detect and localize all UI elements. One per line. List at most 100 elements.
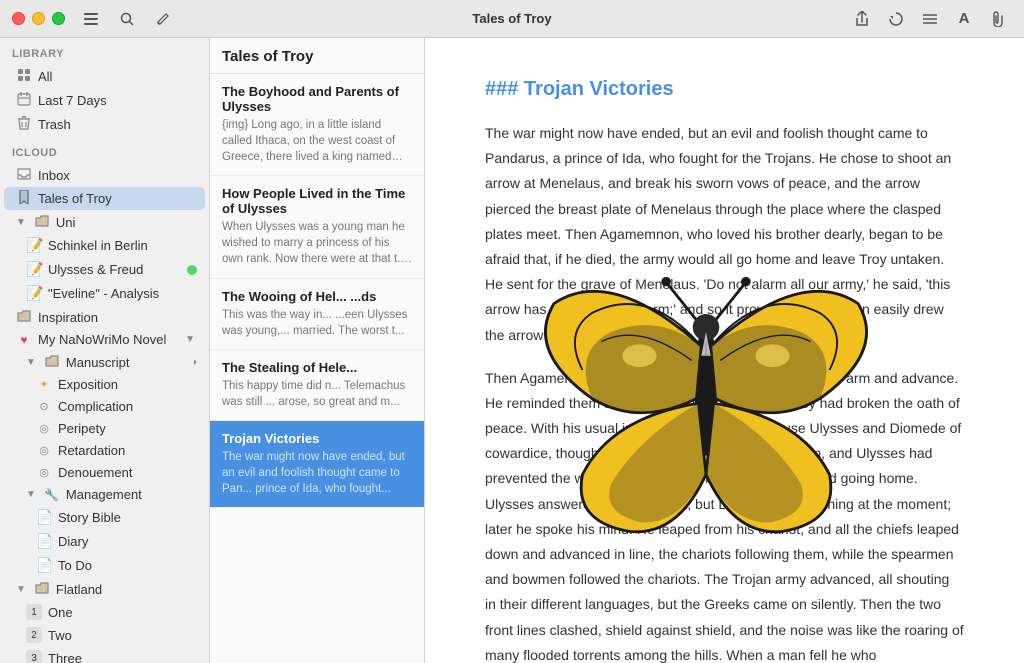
close-button[interactable] <box>12 12 25 25</box>
note-item-wooing[interactable]: The Wooing of Hel... ...ds This was the … <box>210 279 424 350</box>
sidebar-item-nanowrimo[interactable]: ♥ My NaNoWriMo Novel ▼ <box>4 329 205 350</box>
trash-icon <box>16 116 32 133</box>
sidebar-item-exposition[interactable]: ✦ Exposition <box>4 374 205 395</box>
last7-label: Last 7 Days <box>38 93 197 108</box>
one-label: One <box>48 605 197 620</box>
note-title-wooing: The Wooing of Hel... ...ds <box>222 289 412 304</box>
maximize-button[interactable] <box>52 12 65 25</box>
sidebar-item-diary[interactable]: 📄 Diary <box>4 530 205 553</box>
sidebar-item-todo[interactable]: 📄 To Do <box>4 554 205 577</box>
sidebar-item-denouement[interactable]: ◎ Denouement <box>4 462 205 483</box>
minimize-button[interactable] <box>32 12 45 25</box>
ulysses-badge <box>187 265 197 275</box>
note-item-stealing[interactable]: The Stealing of Hele... This happy time … <box>210 350 424 421</box>
sidebar-item-uni[interactable]: ▼ Uni <box>4 211 205 233</box>
ulysses-icon: 📝 <box>26 261 42 278</box>
uni-icon <box>34 214 50 230</box>
note-preview-boyhood: {img} Long ago, in a little island calle… <box>222 117 412 165</box>
sync-button[interactable] <box>882 8 910 30</box>
complication-label: Complication <box>58 399 197 414</box>
denouement-icon: ◎ <box>36 466 52 479</box>
main-content[interactable]: ### Trojan Victories The war might now h… <box>425 38 1024 663</box>
sidebar-item-one[interactable]: 1 One <box>4 601 205 623</box>
inbox-icon <box>16 167 32 183</box>
flatland-disclosure: ▼ <box>16 584 26 595</box>
font-button[interactable]: A <box>950 8 978 30</box>
sidebar-item-eveline[interactable]: 📝 "Eveline" - Analysis <box>4 282 205 305</box>
menu-button[interactable] <box>916 8 944 30</box>
two-label: Two <box>48 628 197 643</box>
content-body: The war might now have ended, but an evi… <box>485 121 964 663</box>
storybible-icon: 📄 <box>36 509 52 526</box>
note-title-lived: How People Lived in the Time of Ulysses <box>222 186 412 216</box>
all-label: All <box>38 69 197 84</box>
note-item-boyhood[interactable]: The Boyhood and Parents of Ulysses {img}… <box>210 74 424 176</box>
note-item-lived[interactable]: How People Lived in the Time of Ulysses … <box>210 176 424 278</box>
nanowrimo-label: My NaNoWriMo Novel <box>38 332 179 347</box>
manuscript-label: Manuscript <box>66 355 185 370</box>
sidebar-item-inbox[interactable]: Inbox <box>4 164 205 186</box>
sidebar: Library All Last 7 Days Trash iCloud Inb <box>0 38 210 663</box>
three-icon: 3 <box>26 650 42 663</box>
tales-icon <box>16 190 32 207</box>
todo-icon: 📄 <box>36 557 52 574</box>
manuscript-spinner: ◑ <box>191 357 197 368</box>
titlebar-right-icons: A <box>848 8 1012 30</box>
note-preview-lived: When Ulysses was a young man he wished t… <box>222 219 412 267</box>
compose-button[interactable] <box>149 8 177 30</box>
uni-label: Uni <box>56 215 197 230</box>
attach-button[interactable] <box>984 8 1012 30</box>
sidebar-item-retardation[interactable]: ◎ Retardation <box>4 440 205 461</box>
tales-label: Tales of Troy <box>38 191 197 206</box>
eveline-icon: 📝 <box>26 285 42 302</box>
two-icon: 2 <box>26 627 42 643</box>
peripety-label: Peripety <box>58 421 197 436</box>
note-preview-stealing: This happy time did n... Telemachus was … <box>222 378 412 410</box>
content-paragraph-1: The war might now have ended, but an evi… <box>485 121 964 348</box>
content-paragraph-2: Then Agamemnon went up and down, bidding… <box>485 366 964 663</box>
retardation-icon: ◎ <box>36 444 52 457</box>
sidebar-item-complication[interactable]: ⊙ Complication <box>4 396 205 417</box>
sidebar-item-flatland[interactable]: ▼ Flatland <box>4 578 205 600</box>
sidebar-item-all[interactable]: All <box>4 65 205 88</box>
note-preview-wooing: This was the way in... ...een Ulysses wa… <box>222 307 412 339</box>
sidebar-item-three[interactable]: 3 Three <box>4 647 205 663</box>
schinkel-icon: 📝 <box>26 237 42 254</box>
note-list-header: Tales of Troy <box>210 38 424 74</box>
manuscript-icon <box>44 354 60 370</box>
sidebar-item-inspiration[interactable]: Inspiration <box>4 306 205 328</box>
sidebar-item-peripety[interactable]: ◎ Peripety <box>4 418 205 439</box>
todo-label: To Do <box>58 558 197 573</box>
storybible-label: Story Bible <box>58 510 197 525</box>
sidebar-item-storybible[interactable]: 📄 Story Bible <box>4 506 205 529</box>
schinkel-label: Schinkel in Berlin <box>48 238 197 253</box>
sidebar-item-trash[interactable]: Trash <box>4 113 205 136</box>
trash-label: Trash <box>38 117 197 132</box>
inspiration-label: Inspiration <box>38 310 197 325</box>
sidebar-toggle-button[interactable] <box>77 8 105 30</box>
sidebar-item-two[interactable]: 2 Two <box>4 624 205 646</box>
search-button[interactable] <box>113 8 141 30</box>
eveline-label: "Eveline" - Analysis <box>48 286 197 301</box>
complication-icon: ⊙ <box>36 400 52 413</box>
note-item-trojan[interactable]: Trojan Victories The war might now have … <box>210 421 424 508</box>
app-body: Library All Last 7 Days Trash iCloud Inb <box>0 38 1024 663</box>
icloud-section-label: iCloud <box>0 137 209 163</box>
flatland-label: Flatland <box>56 582 197 597</box>
sidebar-item-tales[interactable]: Tales of Troy <box>4 187 205 210</box>
sidebar-item-schinkel[interactable]: 📝 Schinkel in Berlin <box>4 234 205 257</box>
titlebar: Tales of Troy A <box>0 0 1024 38</box>
management-disclosure: ▼ <box>26 489 36 500</box>
sidebar-item-ulysses[interactable]: 📝 Ulysses & Freud <box>4 258 205 281</box>
share-button[interactable] <box>848 8 876 30</box>
sidebar-item-management[interactable]: ▼ 🔧 Management <box>4 484 205 505</box>
three-label: Three <box>48 651 197 663</box>
sidebar-item-last7[interactable]: Last 7 Days <box>4 89 205 112</box>
exposition-label: Exposition <box>58 377 197 392</box>
one-icon: 1 <box>26 604 42 620</box>
sidebar-item-manuscript[interactable]: ▼ Manuscript ◑ <box>4 351 205 373</box>
manuscript-disclosure: ▼ <box>26 357 36 368</box>
diary-icon: 📄 <box>36 533 52 550</box>
calendar-icon <box>16 92 32 109</box>
titlebar-left-icons <box>77 8 177 30</box>
